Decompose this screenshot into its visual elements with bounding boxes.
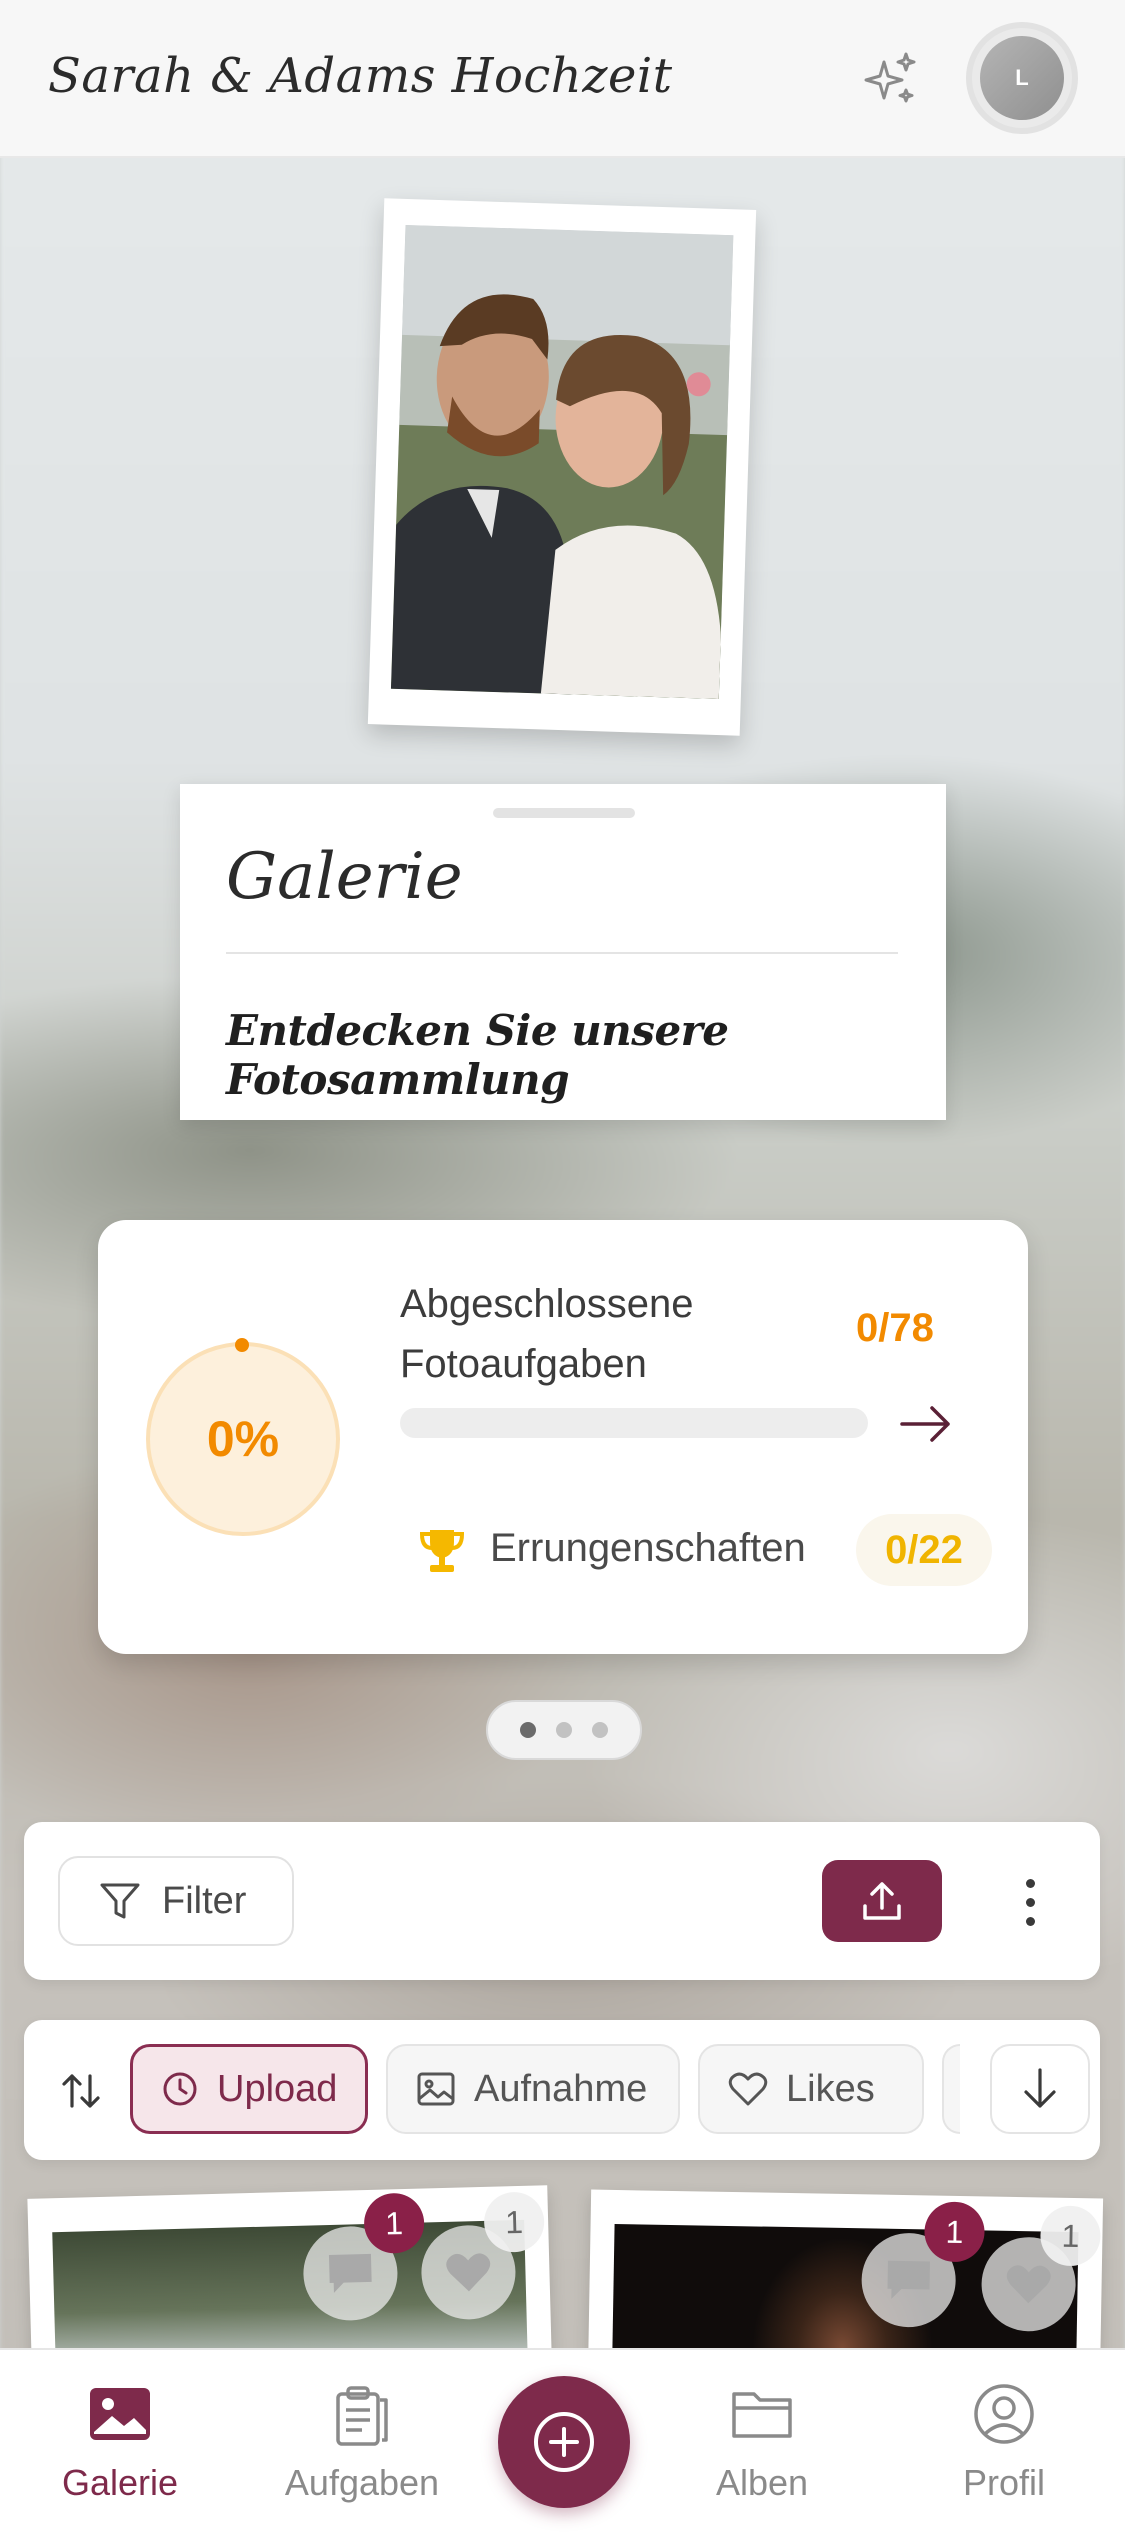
trophy-icon <box>420 1530 464 1572</box>
carousel-pager[interactable] <box>486 1700 642 1760</box>
app-title: Sarah & Adams Hochzeit <box>48 48 673 104</box>
progress-ring-indicator <box>235 1338 249 1352</box>
plus-circle-icon <box>534 2412 594 2472</box>
clock-icon <box>163 2072 197 2106</box>
like-count-badge: 1 <box>483 2191 545 2253</box>
couple-photo <box>390 224 734 700</box>
pager-dot-1[interactable] <box>520 1722 536 1738</box>
comment-icon <box>887 2260 930 2299</box>
sort-chip-aufnahme[interactable]: Aufnahme <box>386 2044 680 2134</box>
nav-label: Profil <box>962 2462 1046 2503</box>
profile-avatar-button[interactable]: L <box>966 22 1078 134</box>
sort-chip-label: Upload <box>217 2067 338 2110</box>
filter-button[interactable]: Filter <box>58 1856 294 1946</box>
avatar: L <box>980 36 1064 120</box>
add-photo-button[interactable] <box>498 2376 630 2508</box>
app-header: Sarah & Adams Hochzeit L <box>0 0 1125 158</box>
gallery-subtitle: Entdecken Sie unsere Fotosammlung <box>226 1006 729 1104</box>
more-options-button[interactable] <box>1000 1862 1060 1942</box>
progress-percent: 0% <box>206 1411 280 1467</box>
gallery-toolbar: Filter <box>24 1822 1100 1980</box>
gallery-icon <box>90 2388 150 2440</box>
heart-icon <box>728 2072 768 2106</box>
achievements-label: Errungenschaften <box>490 1526 806 1570</box>
filter-label: Filter <box>162 1879 247 1922</box>
gallery-info-card: Galerie Entdecken Sie unsere Fotosammlun… <box>180 784 946 1120</box>
user-icon <box>974 2384 1034 2444</box>
nav-label: Aufgaben <box>284 2462 440 2503</box>
arrow-right-icon[interactable] <box>894 1396 958 1452</box>
arrow-down-icon <box>1024 2068 1056 2108</box>
folder-icon <box>732 2392 792 2438</box>
gallery-title: Galerie <box>226 840 463 914</box>
drag-handle[interactable] <box>493 808 635 818</box>
heart-icon <box>1006 2265 1051 2304</box>
sort-chip-label: Likes <box>786 2067 875 2110</box>
sort-chip-likes[interactable]: Likes <box>698 2044 924 2134</box>
sort-chip-upload[interactable]: Upload <box>130 2044 368 2134</box>
sort-bar: Upload Aufnahme Likes <box>24 2020 1100 2160</box>
pager-dot-2[interactable] <box>556 1722 572 1738</box>
couple-photo-polaroid <box>367 198 757 736</box>
achievements-count-badge: 0/22 <box>856 1514 992 1586</box>
progress-count: 0/78 <box>856 1306 934 1350</box>
more-dot <box>1025 1878 1035 1888</box>
sort-chip-overflow <box>942 2044 960 2134</box>
more-dot <box>1025 1897 1035 1907</box>
comment-icon <box>328 2253 372 2293</box>
progress-ring: 0% <box>146 1342 340 1536</box>
sort-chip-label: Aufnahme <box>474 2067 648 2110</box>
pager-dot-3[interactable] <box>592 1722 608 1738</box>
upload-button[interactable] <box>822 1860 942 1942</box>
nav-alben[interactable]: Alben <box>662 2380 862 2520</box>
divider <box>226 952 898 954</box>
image-icon <box>417 2072 455 2106</box>
nav-profil[interactable]: Profil <box>904 2380 1104 2520</box>
upload-icon <box>863 1882 901 1920</box>
clipboard-icon <box>336 2386 388 2446</box>
sparkles-icon[interactable] <box>858 48 922 112</box>
nav-aufgaben[interactable]: Aufgaben <box>262 2380 462 2520</box>
nav-galerie[interactable]: Galerie <box>20 2380 220 2520</box>
nav-label: Alben <box>715 2462 809 2503</box>
filter-icon <box>100 1883 140 1919</box>
sort-icon[interactable] <box>56 2066 106 2116</box>
nav-label: Galerie <box>61 2462 179 2503</box>
progress-label: Abgeschlossene Fotoaufgaben <box>400 1282 694 1386</box>
more-dot <box>1025 1916 1035 1926</box>
like-count-badge: 1 <box>1039 2205 1101 2267</box>
photo-tasks-progress-card[interactable]: 0% Abgeschlossene Fotoaufgaben 0/78 Erru… <box>98 1220 1028 1654</box>
progress-bar <box>400 1408 868 1438</box>
heart-icon <box>446 2253 491 2292</box>
sort-direction-button[interactable] <box>990 2044 1090 2134</box>
